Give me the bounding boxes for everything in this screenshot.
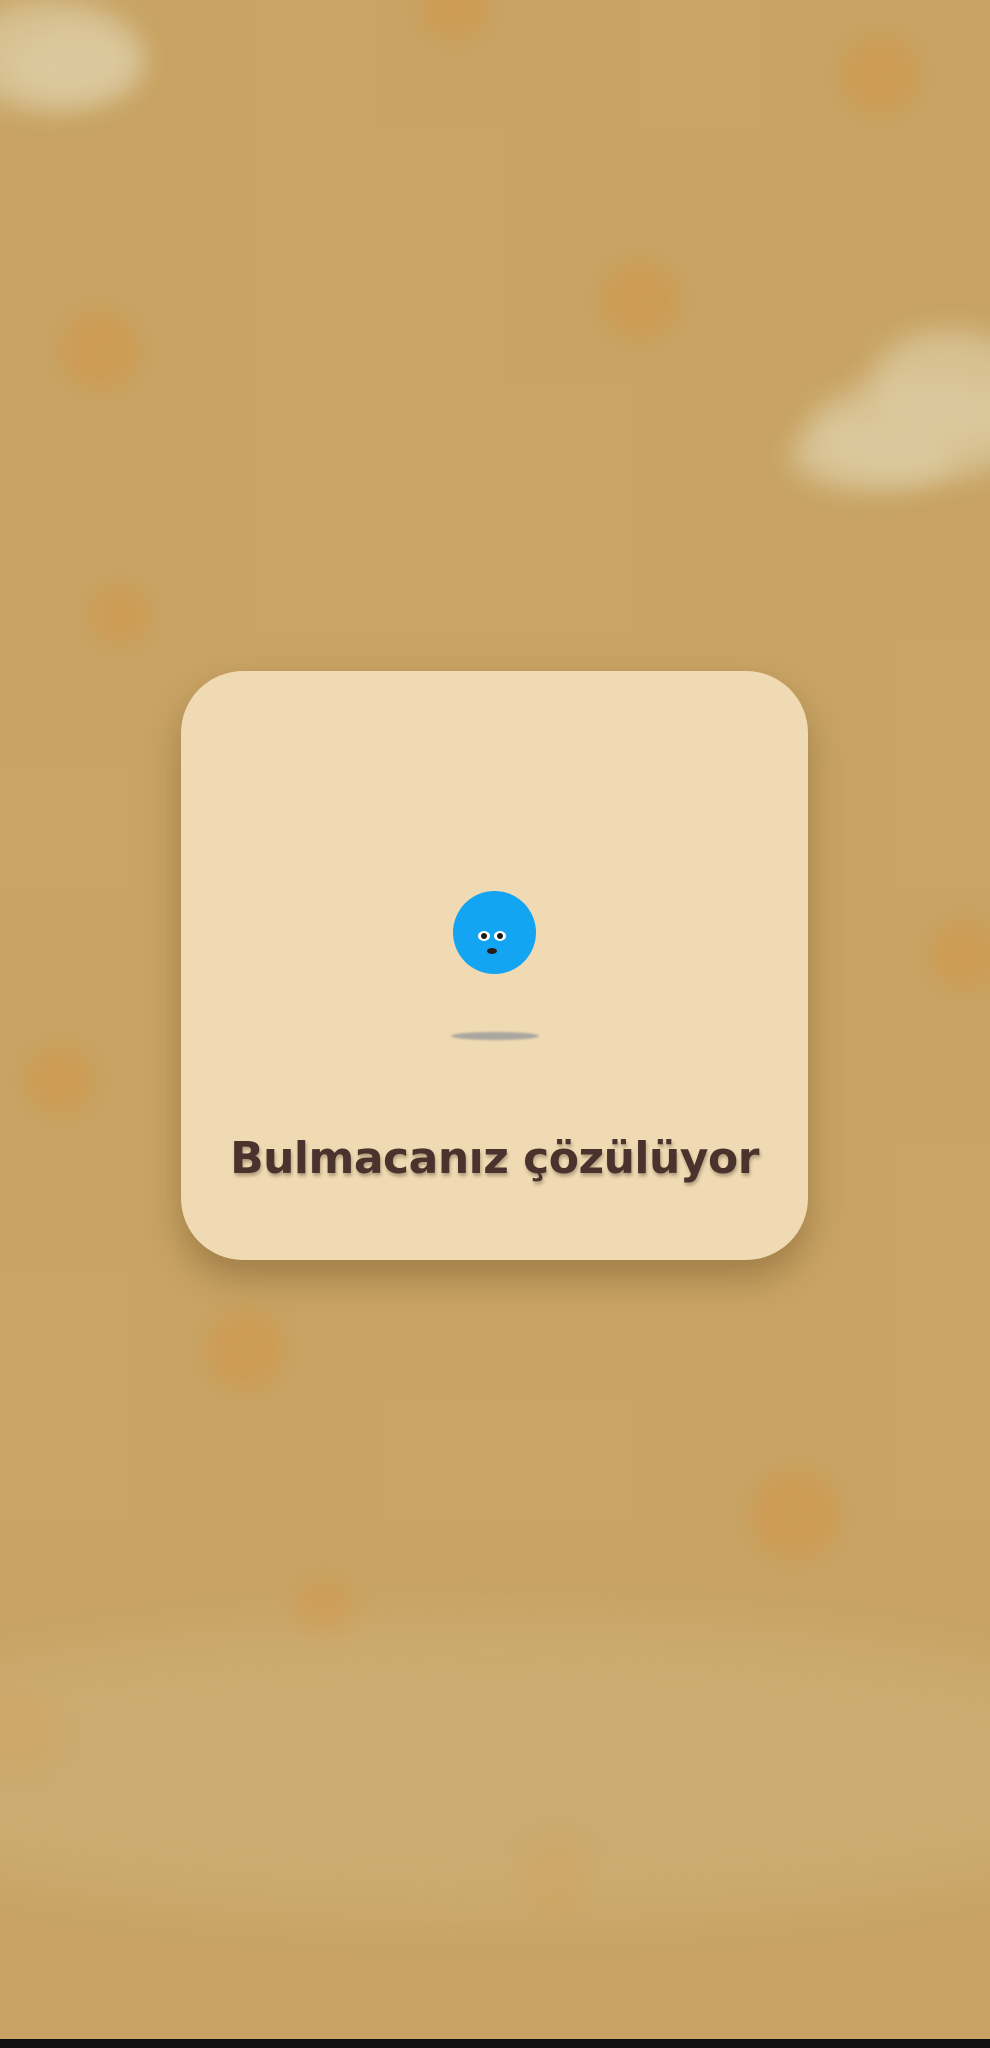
mouth-icon xyxy=(487,948,497,954)
right-eye-icon xyxy=(494,931,506,941)
system-navigation-bar xyxy=(0,2039,990,2048)
loading-message: Bulmacanız çözülüyor xyxy=(230,1133,759,1184)
ball-shadow xyxy=(451,1032,539,1040)
blue-ball-face-icon xyxy=(453,891,536,974)
loading-dialog: Bulmacanız çözülüyor xyxy=(181,671,808,1260)
left-eye-icon xyxy=(478,931,490,941)
pupil-icon xyxy=(497,933,503,939)
pupil-icon xyxy=(481,933,487,939)
